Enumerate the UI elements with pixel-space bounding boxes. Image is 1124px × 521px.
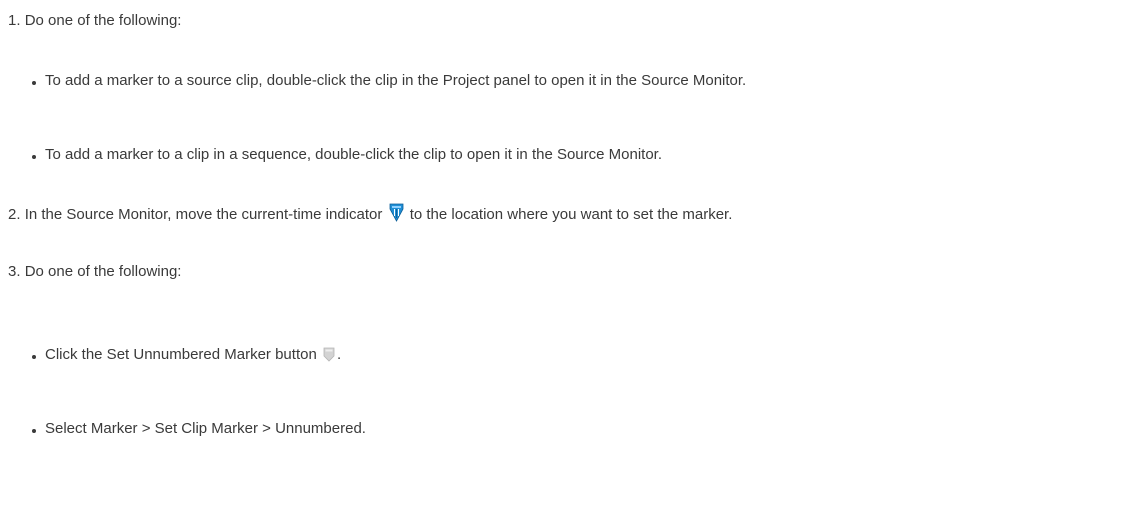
step-2-text-after: to the location where you want to set th… [409,206,733,223]
step-1-number: 1. [8,12,21,29]
step-2-text-before: In the Source Monitor, move the current-… [24,206,383,223]
step-1: 1. Do one of the following: [8,11,181,31]
step-3: 3. Do one of the following: [8,262,181,282]
bullet-dot [32,355,36,359]
step-1-option-2: To add a marker to a clip in a sequence,… [45,145,662,165]
step-1-option-2-text: To add a marker to a clip in a sequence,… [45,146,663,163]
step-3-text: Do one of the following: [24,263,182,280]
bullet-dot [32,155,36,159]
set-unnumbered-marker-icon [323,347,335,368]
step-3-option-1-text-after: . [336,346,342,363]
step-1-option-1-text: To add a marker to a source clip, double… [45,72,747,89]
step-3-option-2-text: Select Marker > Set Clip Marker > Unnumb… [45,420,366,437]
step-3-option-1-text-before: Click the Set Unnumbered Marker button [45,346,317,363]
current-time-indicator-icon [389,203,404,228]
step-2-number: 2. [8,206,21,223]
bullet-dot [32,429,36,433]
step-3-number: 3. [8,263,21,280]
step-3-option-2: Select Marker > Set Clip Marker > Unnumb… [45,419,366,439]
bullet-dot [32,81,36,85]
step-2: 2. In the Source Monitor, move the curre… [8,203,732,228]
step-3-option-1: Click the Set Unnumbered Marker button . [45,345,341,368]
step-1-text: Do one of the following: [24,12,182,29]
step-1-option-1: To add a marker to a source clip, double… [45,71,746,91]
